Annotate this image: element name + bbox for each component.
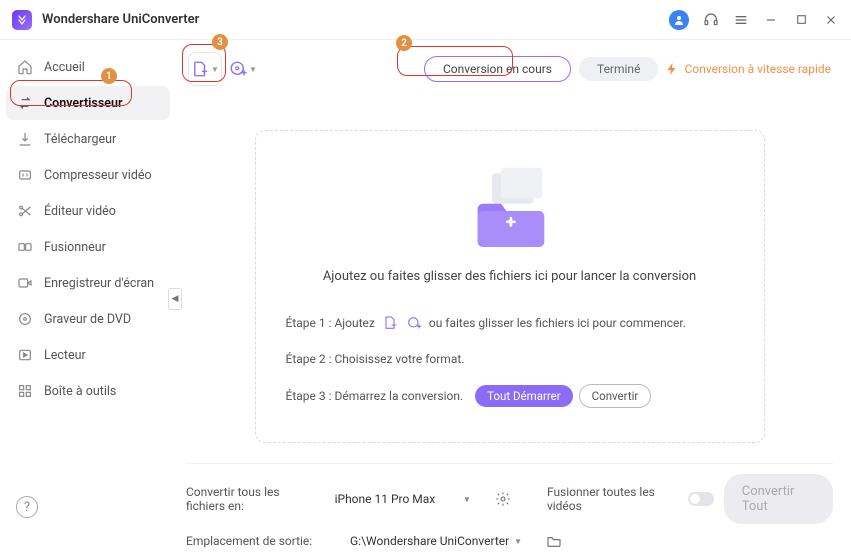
tab-finished[interactable]: Terminé <box>579 57 658 81</box>
sidebar-item-recorder[interactable]: Enregistreur d'écran <box>6 266 170 300</box>
dropzone-headline: Ajoutez ou faites glisser des fichiers i… <box>280 269 740 284</box>
sidebar-item-converter[interactable]: Convertisseur <box>6 86 170 120</box>
menu-icon[interactable] <box>733 12 749 28</box>
step-3: Étape 3 : Démarrez la conversion. Tout D… <box>286 384 734 408</box>
help-button[interactable]: ? <box>16 496 38 518</box>
step-1: Étape 1 : Ajoutez ou faites glisser les … <box>286 312 734 334</box>
sidebar-item-label: Téléchargeur <box>44 132 116 147</box>
sidebar-item-label: Éditeur vidéo <box>44 204 116 219</box>
sidebar-item-label: Convertisseur <box>44 96 122 111</box>
chevron-down-icon: ▼ <box>211 65 219 74</box>
minimize-icon[interactable] <box>763 12 779 28</box>
convert-all-label: Convertir tous les fichiers en: <box>186 485 321 513</box>
play-icon <box>16 346 34 364</box>
compress-icon <box>16 166 34 184</box>
annotation-badge-1: 1 <box>101 68 117 84</box>
record-icon <box>16 274 34 292</box>
format-select[interactable]: iPhone 11 Pro Max ▼ <box>331 490 475 508</box>
sidebar-item-toolbox[interactable]: Boîte à outils <box>6 374 170 408</box>
home-icon <box>16 58 34 76</box>
steps: Étape 1 : Ajoutez ou faites glisser les … <box>280 312 740 408</box>
annotation-badge-3: 3 <box>212 34 228 50</box>
merge-toggle[interactable] <box>688 492 714 506</box>
convert-all-button[interactable]: Convertir Tout <box>724 474 833 524</box>
folder-plus-icon <box>280 161 740 261</box>
sidebar: Accueil Convertisseur Téléchargeur Compr… <box>0 40 176 528</box>
chevron-down-icon: ▼ <box>463 495 471 504</box>
sidebar-item-compressor[interactable]: Compresseur vidéo <box>6 158 170 192</box>
step-2: Étape 2 : Choisissez votre format. <box>286 348 734 370</box>
annotation-badge-2: 2 <box>396 35 412 51</box>
tab-converting[interactable]: Conversion en cours <box>424 56 571 82</box>
start-all-button[interactable]: Tout Démarrer <box>475 385 573 407</box>
maximize-icon[interactable] <box>793 12 809 28</box>
sidebar-item-player[interactable]: Lecteur <box>6 338 170 372</box>
toolbar: ▼ ▼ Conversion en cours Terminé Conversi… <box>186 48 833 100</box>
convert-button[interactable]: Convertir <box>579 384 652 408</box>
sidebar-item-label: Accueil <box>44 60 85 75</box>
sidebar-item-label: Enregistreur d'écran <box>44 276 154 291</box>
window-controls <box>669 10 839 30</box>
chevron-down-icon: ▼ <box>249 65 257 74</box>
converter-icon <box>16 94 34 112</box>
output-path-select[interactable]: G:\Wondershare UniConverter ▼ <box>346 532 526 550</box>
close-icon[interactable] <box>823 12 839 28</box>
settings-icon[interactable] <box>495 491 511 507</box>
scissors-icon <box>16 202 34 220</box>
sidebar-item-downloader[interactable]: Téléchargeur <box>6 122 170 156</box>
add-file-icon[interactable] <box>381 314 399 332</box>
tab-bar: Conversion en cours Terminé <box>424 56 658 82</box>
add-dvd-button[interactable]: ▼ <box>226 52 260 86</box>
main-panel: ▼ ▼ Conversion en cours Terminé Conversi… <box>176 40 851 528</box>
sidebar-item-label: Fusionneur <box>44 240 106 255</box>
dropzone[interactable]: Ajoutez ou faites glisser des fichiers i… <box>255 130 765 443</box>
chevron-down-icon: ▼ <box>514 537 522 546</box>
output-label: Emplacement de sortie: <box>186 534 336 548</box>
add-dvd-icon[interactable] <box>405 314 423 332</box>
headset-icon[interactable] <box>703 12 719 28</box>
sidebar-item-merger[interactable]: Fusionneur <box>6 230 170 264</box>
sidebar-item-home[interactable]: Accueil <box>6 50 170 84</box>
speed-note[interactable]: Conversion à vitesse rapide <box>665 62 831 76</box>
sidebar-item-label: Lecteur <box>44 348 86 363</box>
sidebar-item-label: Graveur de DVD <box>44 312 131 327</box>
app-logo-icon <box>12 10 32 30</box>
grid-icon <box>16 382 34 400</box>
sidebar-item-dvd[interactable]: Graveur de DVD <box>6 302 170 336</box>
download-icon <box>16 130 34 148</box>
sidebar-item-editor[interactable]: Éditeur vidéo <box>6 194 170 228</box>
app-title: Wondershare UniConverter <box>42 12 199 27</box>
titlebar: Wondershare UniConverter <box>0 0 851 40</box>
user-avatar-icon[interactable] <box>669 10 689 30</box>
add-file-button[interactable]: ▼ <box>188 52 222 86</box>
merge-icon <box>16 238 34 256</box>
lightning-icon <box>665 62 679 76</box>
sidebar-item-label: Boîte à outils <box>44 384 116 399</box>
disc-icon <box>16 310 34 328</box>
folder-open-icon[interactable] <box>546 533 562 549</box>
sidebar-item-label: Compresseur vidéo <box>44 168 152 183</box>
merge-label: Fusionner toutes les vidéos <box>547 485 678 513</box>
bottom-bar: Convertir tous les fichiers en: iPhone 1… <box>186 463 833 558</box>
